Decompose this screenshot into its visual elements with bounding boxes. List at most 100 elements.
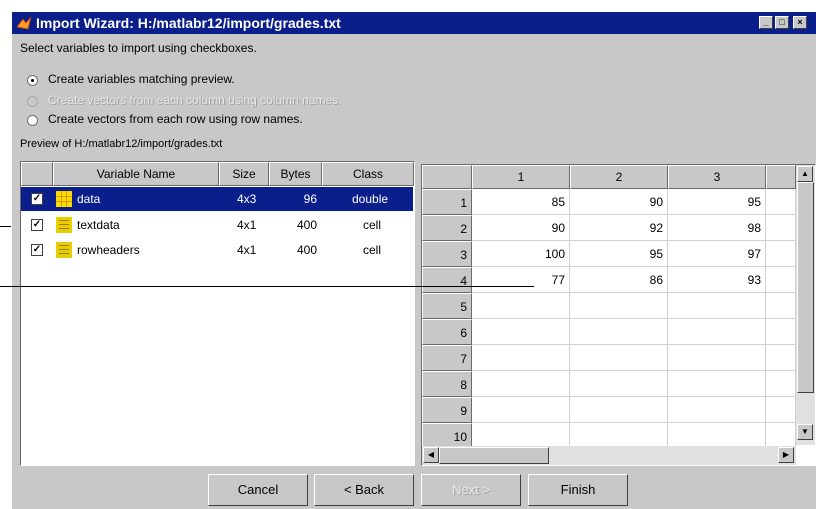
variable-name: textdata xyxy=(77,218,120,232)
grid-cell[interactable] xyxy=(570,371,668,397)
grid-column-header[interactable]: 3 xyxy=(668,165,766,189)
horizontal-scrollbar[interactable]: ◀ ▶ xyxy=(422,446,796,465)
grid-row-header[interactable]: 8 xyxy=(422,371,472,397)
horizontal-scroll-thumb[interactable] xyxy=(439,447,549,464)
grid-cell[interactable] xyxy=(472,293,570,319)
grid-cell[interactable] xyxy=(766,215,796,241)
callout-line-long xyxy=(0,286,534,287)
grid-cell[interactable] xyxy=(570,397,668,423)
next-button: Next > xyxy=(421,474,521,506)
grid-cell[interactable] xyxy=(570,345,668,371)
variable-row-rowheaders[interactable]: ✓ rowheaders 4x1 400 cell xyxy=(21,238,413,262)
vertical-scrollbar[interactable]: ▲ ▼ xyxy=(796,165,815,445)
grid-cell[interactable] xyxy=(668,319,766,345)
grid-cell[interactable]: 95 xyxy=(668,189,766,215)
grid-cell[interactable]: 95 xyxy=(570,241,668,267)
back-button[interactable]: < Back xyxy=(314,474,414,506)
close-button[interactable]: × xyxy=(793,16,807,29)
grid-cell[interactable]: 77 xyxy=(472,267,570,293)
grid-cell[interactable] xyxy=(766,371,796,397)
grid-cell[interactable] xyxy=(570,319,668,345)
variable-class: double xyxy=(352,192,389,206)
option-label-create-variables[interactable]: Create variables matching preview. xyxy=(48,72,235,86)
grid-row-header[interactable]: 7 xyxy=(422,345,472,371)
cancel-button[interactable]: Cancel xyxy=(208,474,308,506)
grid-column-header[interactable]: 1 xyxy=(472,165,570,189)
import-checkbox[interactable]: ✓ xyxy=(31,219,43,231)
preview-label: Preview of H:/matlabr12/import/grades.tx… xyxy=(20,138,223,150)
grid-cell[interactable] xyxy=(668,293,766,319)
grid-cell[interactable] xyxy=(668,397,766,423)
option-label-vectors-from-columns: Create vectors from each column using co… xyxy=(48,93,342,107)
grid-cell[interactable]: 100 xyxy=(472,241,570,267)
variable-row-data[interactable]: ✓ data 4x3 96 double xyxy=(21,187,413,211)
grid-row-header[interactable]: 3 xyxy=(422,241,472,267)
column-header-variable-name[interactable]: Variable Name xyxy=(53,162,219,186)
import-checkbox[interactable]: ✓ xyxy=(31,244,43,256)
variable-bytes: 400 xyxy=(296,243,317,257)
radio-vectors-from-rows[interactable] xyxy=(27,115,38,126)
grid-cell[interactable] xyxy=(766,397,796,423)
minimize-button[interactable]: _ xyxy=(759,16,773,29)
grid-cell[interactable] xyxy=(766,293,796,319)
grid-cell[interactable] xyxy=(472,371,570,397)
column-header-size[interactable]: Size xyxy=(219,162,269,186)
window-title: Import Wizard: H:/matlabr12/import/grade… xyxy=(36,15,341,31)
grid-cell[interactable]: 85 xyxy=(472,189,570,215)
grid-cell[interactable] xyxy=(472,345,570,371)
grid-row-header[interactable]: 4 xyxy=(422,267,472,293)
grid-cell[interactable] xyxy=(472,319,570,345)
scroll-up-button[interactable]: ▲ xyxy=(797,166,813,182)
grid-cell[interactable] xyxy=(766,319,796,345)
grid-row-header[interactable]: 5 xyxy=(422,293,472,319)
scroll-down-button[interactable]: ▼ xyxy=(797,424,813,440)
maximize-button[interactable]: □ xyxy=(775,16,789,29)
grid-cell[interactable]: 93 xyxy=(668,267,766,293)
grid-cell[interactable] xyxy=(766,189,796,215)
variable-class: cell xyxy=(363,243,382,257)
scroll-right-button[interactable]: ▶ xyxy=(778,447,794,463)
variable-size: 4x1 xyxy=(237,243,257,257)
grid-cell[interactable] xyxy=(766,241,796,267)
grid-cell[interactable]: 90 xyxy=(472,215,570,241)
grid-cell[interactable] xyxy=(668,345,766,371)
variables-table[interactable]: Variable Name Size Bytes Class ✓ data 4x… xyxy=(20,161,415,466)
grid-row-header[interactable]: 2 xyxy=(422,215,472,241)
option-label-vectors-from-rows[interactable]: Create vectors from each row using row n… xyxy=(48,112,303,126)
matrix-icon xyxy=(56,191,72,207)
import-checkbox[interactable]: ✓ xyxy=(31,193,43,205)
column-header-bytes[interactable]: Bytes xyxy=(269,162,322,186)
grid-cell[interactable] xyxy=(668,371,766,397)
grid-row-header[interactable]: 1 xyxy=(422,189,472,215)
column-header-class[interactable]: Class xyxy=(322,162,414,186)
radio-vectors-from-columns xyxy=(27,96,38,107)
import-wizard-window: Import Wizard: H:/matlabr12/import/grade… xyxy=(11,11,816,509)
scroll-left-button[interactable]: ◀ xyxy=(423,447,439,463)
grid-column-header-partial xyxy=(766,165,796,189)
variable-size: 4x3 xyxy=(237,192,257,206)
variable-size: 4x1 xyxy=(237,218,257,232)
grid-cell[interactable] xyxy=(766,345,796,371)
grid-cell[interactable]: 86 xyxy=(570,267,668,293)
cell-array-icon xyxy=(56,242,72,258)
grid-cell[interactable] xyxy=(766,267,796,293)
grid-cell[interactable]: 92 xyxy=(570,215,668,241)
grid-cell[interactable] xyxy=(570,293,668,319)
grid-cell[interactable]: 90 xyxy=(570,189,668,215)
grid-row-header[interactable]: 6 xyxy=(422,319,472,345)
variable-row-textdata[interactable]: ✓ textdata 4x1 400 cell xyxy=(21,213,413,237)
grid-cell[interactable]: 97 xyxy=(668,241,766,267)
title-bar: Import Wizard: H:/matlabr12/import/grade… xyxy=(12,12,816,34)
grid-corner xyxy=(422,165,472,189)
grid-cell[interactable] xyxy=(472,397,570,423)
finish-button[interactable]: Finish xyxy=(528,474,628,506)
data-preview-grid[interactable]: 1 2 3 1 85 90 95 2 90 92 98 3 100 95 97 4 77 86 93 5 6 7 8 9… xyxy=(421,164,816,466)
radio-create-variables[interactable] xyxy=(27,75,38,86)
variable-class: cell xyxy=(363,218,382,232)
grid-row-header[interactable]: 9 xyxy=(422,397,472,423)
grid-column-header[interactable]: 2 xyxy=(570,165,668,189)
grid-cell[interactable]: 98 xyxy=(668,215,766,241)
variable-bytes: 400 xyxy=(296,218,317,232)
matlab-logo-icon xyxy=(16,16,32,30)
vertical-scroll-thumb[interactable] xyxy=(797,182,814,393)
